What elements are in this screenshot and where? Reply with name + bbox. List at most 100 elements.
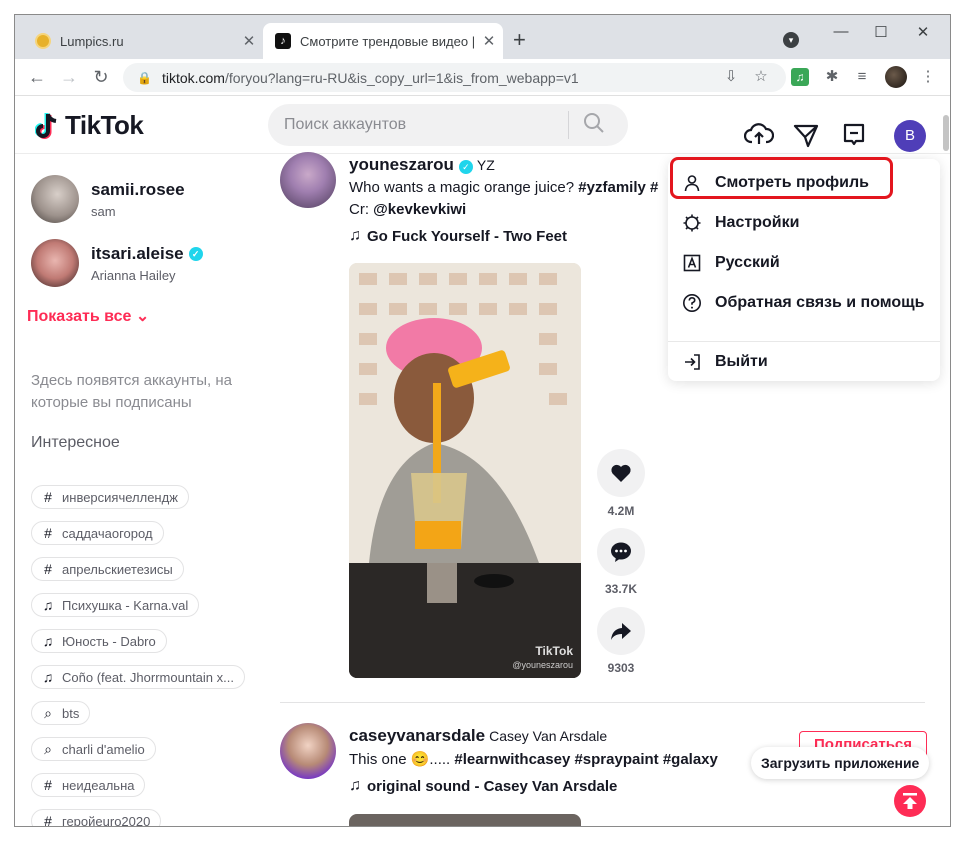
music-note-icon: ♫ bbox=[349, 777, 361, 794]
sidebar-account[interactable]: samii.rosee sam bbox=[31, 172, 261, 226]
messages-send-icon[interactable] bbox=[791, 120, 821, 150]
tab-lumpics[interactable]: Lumpics.ru ✕ bbox=[23, 23, 263, 59]
video-player[interactable] bbox=[349, 814, 581, 826]
tab-tiktok[interactable]: ♪ Смотрите трендовые видео | Tik ✕ bbox=[263, 23, 503, 59]
install-app-icon[interactable]: ⇩ bbox=[720, 66, 742, 88]
inbox-icon[interactable] bbox=[839, 120, 869, 150]
chip-label: инверсиячеллендж bbox=[62, 489, 178, 505]
post-meta: caseyvanarsdale Casey Van Arsdale This on… bbox=[349, 726, 769, 795]
search-icon[interactable] bbox=[569, 112, 619, 139]
search-bar bbox=[268, 104, 628, 146]
tab-search-icon[interactable]: ▾ bbox=[783, 32, 799, 48]
discover-chip[interactable]: ♫ Психушка - Karna.val bbox=[31, 593, 200, 617]
new-tab-icon[interactable]: + bbox=[513, 29, 526, 51]
show-all-link[interactable]: Показать все ⌄ bbox=[27, 306, 149, 326]
bookmark-star-icon[interactable]: ☆ bbox=[750, 66, 772, 88]
chip-label: charli d'amelio bbox=[62, 741, 145, 757]
discover-chip[interactable]: ⌕ bts bbox=[31, 701, 91, 725]
music-extension-icon[interactable]: ♫ bbox=[791, 68, 809, 86]
chip-label: Coño (feat. Jhorrmountain x... bbox=[62, 669, 234, 685]
user-avatar[interactable]: B bbox=[894, 120, 926, 152]
video-player[interactable]: TikTok @youneszarou bbox=[349, 263, 581, 678]
tab-title: Lumpics.ru bbox=[60, 33, 124, 49]
caption-mention[interactable]: @kevkevkiwi bbox=[373, 201, 466, 218]
search-icon: ⌕ bbox=[44, 704, 52, 721]
scrollbar[interactable] bbox=[943, 115, 949, 151]
post-author-avatar[interactable] bbox=[280, 723, 336, 779]
close-icon[interactable]: ✕ bbox=[475, 32, 503, 50]
following-hint: Здесь появятся аккаунты, на которые вы п… bbox=[31, 372, 233, 411]
reload-icon[interactable]: ↻ bbox=[89, 66, 113, 90]
heart-icon bbox=[611, 464, 631, 482]
post-music[interactable]: ♫ original sound - Casey Van Arsdale bbox=[349, 777, 769, 795]
minimize-icon[interactable]: — bbox=[821, 23, 861, 40]
menu-item-language[interactable]: Русский bbox=[668, 243, 940, 283]
account-name: itsari.aleise bbox=[91, 243, 184, 263]
share-button[interactable] bbox=[597, 607, 645, 655]
post-username[interactable]: caseyvanarsdale bbox=[349, 726, 485, 745]
menu-item-logout[interactable]: Выйти bbox=[668, 347, 940, 377]
hashtag-icon: # bbox=[44, 777, 52, 793]
video-watermark: TikTok bbox=[535, 644, 573, 658]
post-meta: youneszarou ✓ YZ Who wants a magic orange … bbox=[349, 155, 669, 245]
search-input[interactable] bbox=[268, 116, 568, 134]
maximize-icon[interactable]: ☐ bbox=[861, 23, 901, 41]
feed-divider bbox=[280, 702, 925, 703]
show-all-label: Показать все bbox=[27, 308, 132, 325]
menu-item-settings[interactable]: Настройки bbox=[668, 203, 940, 243]
upload-cloud-icon[interactable] bbox=[744, 120, 774, 150]
discover-chip[interactable]: # геройeuro2020 bbox=[31, 809, 162, 827]
account-name: samii.rosee bbox=[91, 179, 185, 199]
like-button[interactable] bbox=[597, 449, 645, 497]
verified-badge-icon: ✓ bbox=[458, 160, 473, 174]
share-arrow-icon bbox=[611, 623, 631, 640]
sidebar-account[interactable]: itsari.aleise ✓ Arianna Hailey bbox=[31, 236, 261, 290]
extensions-puzzle-icon[interactable]: ✱ bbox=[821, 66, 843, 88]
discover-chip[interactable]: ♫ Юность - Dabro bbox=[31, 629, 167, 653]
get-app-button[interactable]: Загрузить приложение bbox=[751, 747, 930, 779]
post-nickname: Casey Van Arsdale bbox=[489, 728, 608, 744]
video-watermark-user: @youneszarou bbox=[512, 660, 573, 670]
post-music[interactable]: ♫ Go Fuck Yourself - Two Feet bbox=[349, 227, 669, 245]
caption-hashtags[interactable]: #learnwithcasey #spraypaint #galaxy bbox=[454, 751, 717, 768]
more-menu-icon[interactable]: ⋮ bbox=[917, 66, 939, 88]
close-icon[interactable]: ✕ bbox=[235, 32, 263, 50]
chrome-profile-avatar[interactable] bbox=[885, 66, 907, 88]
lock-icon[interactable]: 🔒 bbox=[137, 71, 152, 85]
arrow-up-icon bbox=[903, 793, 917, 809]
hashtag-icon: # bbox=[44, 489, 52, 505]
menu-item-label: Русский bbox=[715, 254, 780, 271]
avatar bbox=[31, 239, 79, 287]
music-note-icon: ♫ bbox=[42, 633, 54, 649]
discover-chip[interactable]: # саддачаогород bbox=[31, 521, 164, 545]
post-username[interactable]: youneszarou bbox=[349, 155, 454, 174]
forward-icon[interactable]: → bbox=[57, 66, 81, 90]
media-control-icon[interactable]: ≡ bbox=[851, 66, 873, 88]
discover-chip[interactable]: # апрельскиетезисы bbox=[31, 557, 184, 581]
discover-chip[interactable]: # неидеальна bbox=[31, 773, 146, 797]
back-icon[interactable]: ← bbox=[25, 66, 49, 90]
tiktok-logo[interactable]: TikTok bbox=[35, 110, 144, 141]
post-author-avatar[interactable] bbox=[280, 152, 336, 208]
chip-label: апрельскиетезисы bbox=[62, 561, 173, 577]
discover-chip[interactable]: # инверсиячеллендж bbox=[31, 485, 189, 509]
back-to-top-button[interactable] bbox=[894, 785, 926, 817]
music-title: original sound - Casey Van Arsdale bbox=[367, 777, 618, 795]
close-window-icon[interactable]: ✕ bbox=[903, 23, 943, 41]
comment-button[interactable] bbox=[597, 528, 645, 576]
address-bar[interactable]: 🔒 tiktok.com/foryou?lang=ru-RU&is_copy_u… bbox=[123, 63, 786, 92]
discover-chip[interactable]: ♫ Coño (feat. Jhorrmountain x... bbox=[31, 665, 245, 689]
music-title: Go Fuck Yourself - Two Feet bbox=[367, 227, 568, 245]
menu-item-feedback-help[interactable]: Обратная связь и помощь bbox=[668, 283, 940, 323]
caption-credit: Cr: bbox=[349, 201, 374, 218]
post-caption: This one 😊..... #learnwithcasey #spraypa… bbox=[349, 749, 769, 771]
share-count: 9303 bbox=[607, 661, 635, 675]
browser-window: Lumpics.ru ✕ ♪ Смотрите трендовые видео … bbox=[14, 14, 951, 827]
settings-icon bbox=[682, 213, 702, 233]
tiktok-logo-icon bbox=[35, 112, 57, 139]
discover-chip[interactable]: ⌕ charli d'amelio bbox=[31, 737, 156, 761]
caption-hashtags[interactable]: #yzfamily # bbox=[578, 179, 658, 196]
hashtag-icon: # bbox=[44, 813, 52, 827]
post-caption-line2: Cr: @kevkevkiwi bbox=[349, 199, 669, 221]
tiktok-header: TikTok B bbox=[15, 96, 950, 154]
